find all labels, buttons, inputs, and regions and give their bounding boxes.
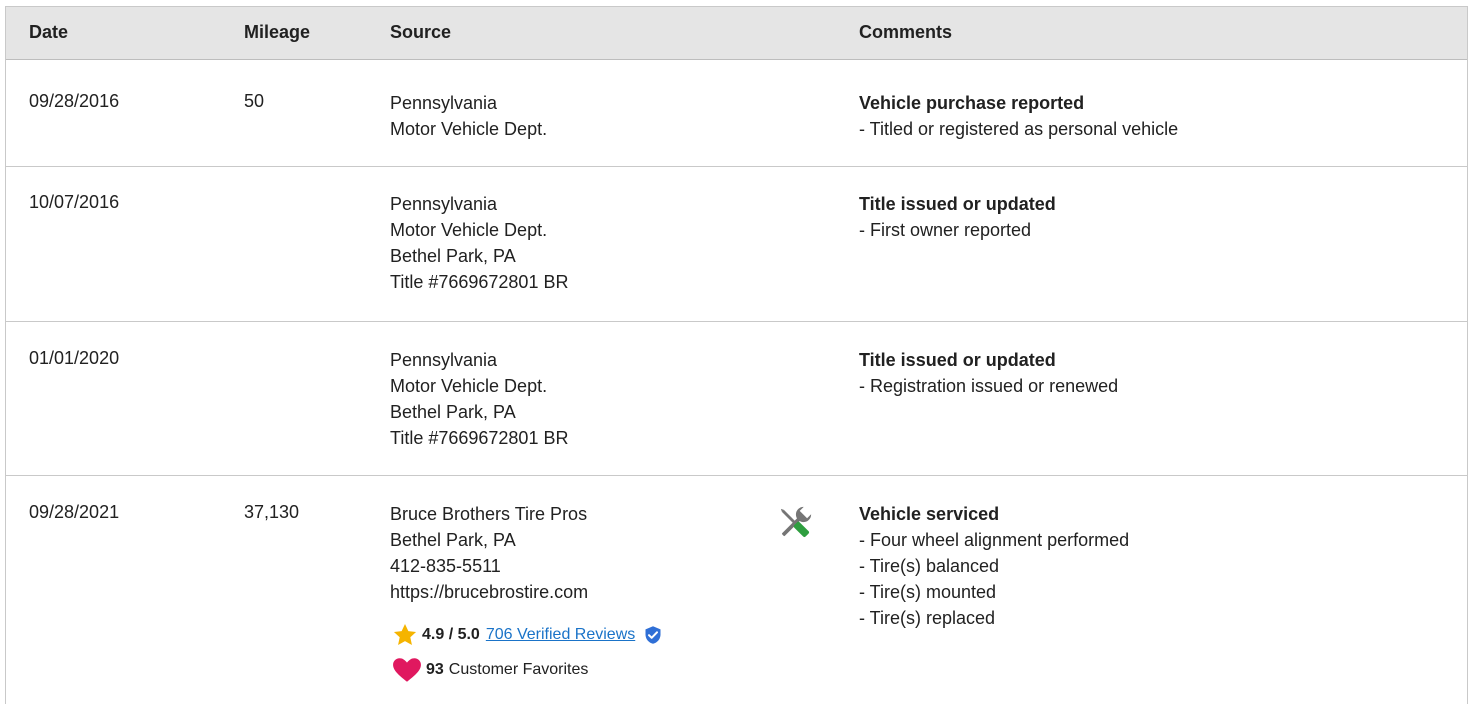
comment-item: - Tire(s) mounted <box>859 582 997 602</box>
date-cell: 10/07/2016 <box>29 192 120 212</box>
verified-reviews-link[interactable]: 706 Verified Reviews <box>486 626 635 644</box>
header-mileage: Mileage <box>244 22 311 42</box>
source-line: Pennsylvania <box>390 93 498 113</box>
table-row: 01/01/2020 Pennsylvania Motor Vehicle De… <box>6 322 1467 476</box>
comment-item: - Tire(s) replaced <box>859 608 996 628</box>
source-cell: Bruce Brothers Tire Pros Bethel Park, PA… <box>390 501 588 605</box>
comments-cell: Title issued or updated - Registration i… <box>859 347 1118 399</box>
header-date: Date <box>29 22 69 42</box>
comment-item: - Tire(s) balanced <box>859 556 1000 576</box>
comments-cell: Vehicle purchase reported - Titled or re… <box>859 90 1178 142</box>
source-line: Title #7669672801 BR <box>390 428 569 448</box>
date-cell: 09/28/2016 <box>29 91 120 111</box>
source-cell: Pennsylvania Motor Vehicle Dept. <box>390 90 547 142</box>
source-line: 412-835-5511 <box>390 556 501 576</box>
comment-title: Title issued or updated <box>859 194 1056 214</box>
date-cell: 09/28/2021 <box>29 502 120 522</box>
favorites-count: 93 <box>426 661 444 678</box>
source-line: Pennsylvania <box>390 350 498 370</box>
source-line: Bethel Park, PA <box>390 246 516 266</box>
comments-cell: Vehicle serviced - Four wheel alignment … <box>859 501 1129 631</box>
verified-shield-icon <box>645 626 661 644</box>
comment-item: - Four wheel alignment performed <box>859 530 1130 550</box>
source-cell: Pennsylvania Motor Vehicle Dept. Bethel … <box>390 347 568 451</box>
rating-value: 4.9 / 5.0 <box>422 626 480 643</box>
source-line: Bethel Park, PA <box>390 530 516 550</box>
source-line: Motor Vehicle Dept. <box>390 376 548 396</box>
shop-rating: 4.9 / 5.0 706 Verified Reviews <box>392 621 663 649</box>
comment-title: Vehicle purchase reported <box>859 93 1085 113</box>
heart-icon <box>393 658 421 682</box>
comment-item: - Titled or registered as personal vehic… <box>859 119 1179 139</box>
wrench-screwdriver-icon <box>780 506 812 537</box>
star-icon <box>393 623 417 645</box>
source-line: Title #7669672801 BR <box>390 272 569 292</box>
comment-item: - Registration issued or renewed <box>859 376 1119 396</box>
comments-cell: Title issued or updated - First owner re… <box>859 191 1056 243</box>
table-row: 09/28/2016 50 Pennsylvania Motor Vehicle… <box>6 60 1467 167</box>
mileage-cell: 50 <box>244 91 265 111</box>
source-line: Motor Vehicle Dept. <box>390 220 548 240</box>
source-line: Motor Vehicle Dept. <box>390 119 548 139</box>
source-cell: Pennsylvania Motor Vehicle Dept. Bethel … <box>390 191 568 295</box>
header-comments: Comments <box>859 22 953 42</box>
source-line: Bruce Brothers Tire Pros <box>390 504 588 524</box>
comment-title: Title issued or updated <box>859 350 1056 370</box>
table-header: Date Mileage Source Comments <box>6 6 1467 60</box>
table-row: 09/28/2021 37,130 Bruce Brothers Tire Pr… <box>6 476 1467 704</box>
source-line: Pennsylvania <box>390 194 498 214</box>
comment-item: - First owner reported <box>859 220 1032 240</box>
comment-title: Vehicle serviced <box>859 504 1000 524</box>
customer-favorites: 93 Customer Favorites <box>392 656 588 684</box>
vehicle-history-table: Date Mileage Source Comments 09/28/2016 … <box>5 6 1468 704</box>
favorites-label: Customer Favorites <box>448 661 589 678</box>
date-cell: 01/01/2020 <box>29 348 120 368</box>
table-row: 10/07/2016 Pennsylvania Motor Vehicle De… <box>6 167 1467 322</box>
source-line: https://brucebrostire.com <box>390 582 589 602</box>
source-line: Bethel Park, PA <box>390 402 516 422</box>
mileage-cell: 37,130 <box>244 502 300 522</box>
header-source: Source <box>390 22 452 42</box>
